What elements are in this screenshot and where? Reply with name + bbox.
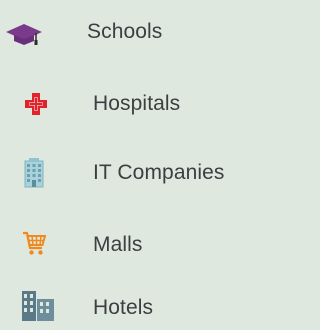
office-building-icon <box>23 158 45 188</box>
list-item-label: Hospitals <box>93 92 181 115</box>
list-item-hotels[interactable]: Hotels <box>0 286 269 330</box>
list-item-it-companies[interactable]: IT Companies <box>0 151 269 195</box>
category-list: Schools Hospitals IT Companies Malls Hot… <box>0 0 269 321</box>
graduation-cap-icon <box>6 24 44 46</box>
list-item-label: Schools <box>87 20 163 43</box>
list-item-label: Malls <box>93 233 143 256</box>
list-item-label: IT Companies <box>93 161 225 184</box>
hotel-building-icon <box>22 291 54 321</box>
hospital-cross-icon <box>24 92 48 116</box>
list-item-label: Hotels <box>93 296 154 319</box>
list-item-schools[interactable]: Schools <box>0 10 269 54</box>
list-item-hospitals[interactable]: Hospitals <box>0 82 269 126</box>
shopping-cart-icon <box>22 231 46 257</box>
list-item-malls[interactable]: Malls <box>0 223 269 267</box>
